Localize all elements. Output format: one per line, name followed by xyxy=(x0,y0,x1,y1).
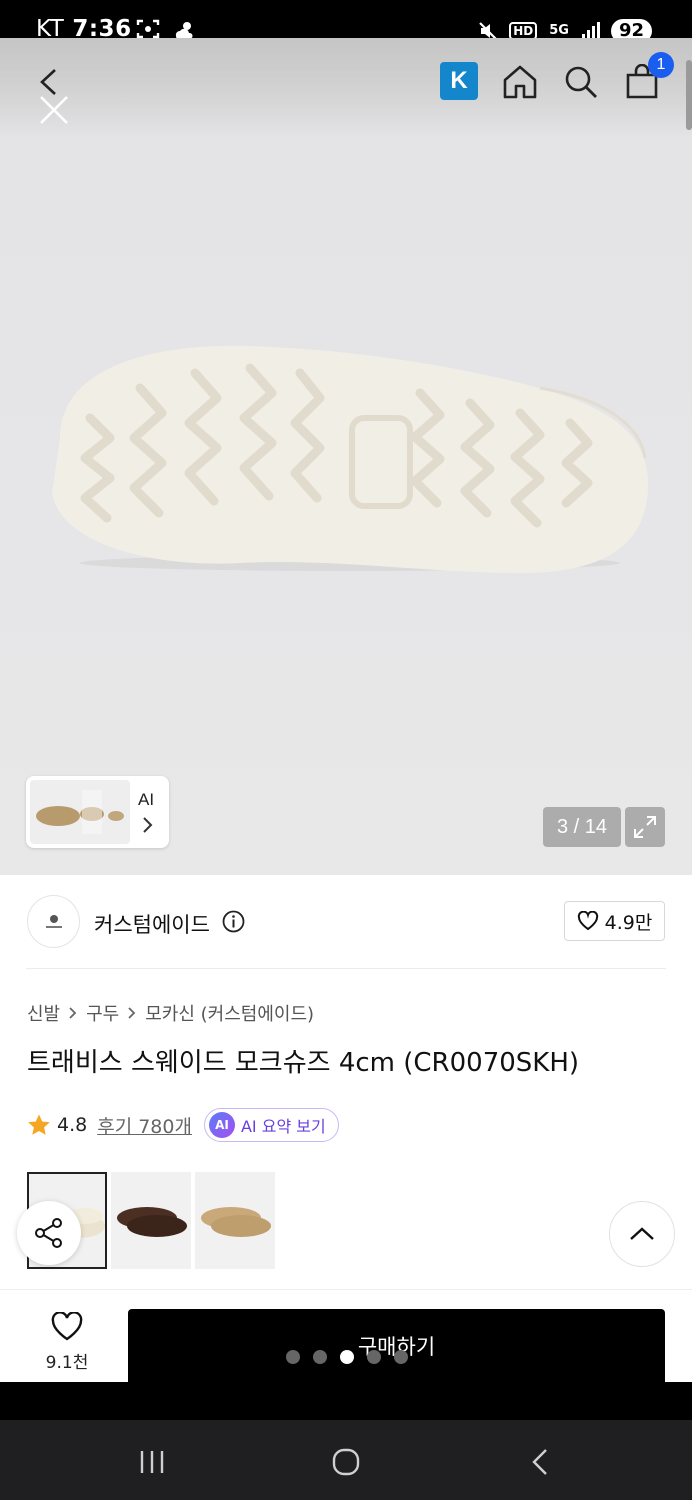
home-icon xyxy=(503,65,537,99)
ai-similar-products-card[interactable]: AI xyxy=(26,776,169,848)
brand-like-count: 4.9만 xyxy=(604,911,653,934)
status-bar: KT 7:36 HD 5G 92 xyxy=(0,0,692,43)
page-indicator xyxy=(286,1350,408,1364)
breadcrumb: 신발 구두 모카신 (커스텀에이드) xyxy=(27,1000,314,1026)
screenshot-icon xyxy=(136,19,160,39)
close-button[interactable] xyxy=(36,92,72,128)
scrollbar-thumb[interactable] xyxy=(686,60,692,130)
brand-name[interactable]: 커스텀에이드 xyxy=(94,909,210,939)
k-app-button[interactable]: K xyxy=(440,62,478,100)
home-button[interactable] xyxy=(500,62,540,102)
home-nav-button[interactable] xyxy=(316,1440,376,1484)
brand-logo[interactable] xyxy=(27,895,80,948)
product-title: 트래비스 스웨이드 모크슈즈 4cm (CR0070SKH) xyxy=(27,1048,580,1078)
recent-apps-icon xyxy=(140,1451,164,1473)
recent-apps-button[interactable] xyxy=(122,1440,182,1484)
search-button[interactable] xyxy=(561,62,601,102)
page-dot xyxy=(394,1350,408,1364)
back-nav-button[interactable] xyxy=(510,1440,570,1484)
chevron-up-icon xyxy=(630,1227,654,1240)
chevron-right-icon xyxy=(69,1007,77,1019)
ai-label: AI xyxy=(138,790,155,809)
scroll-to-top-button[interactable] xyxy=(609,1201,675,1267)
buy-button[interactable]: 구매하기 xyxy=(128,1309,665,1383)
heart-icon xyxy=(51,1311,83,1341)
expand-image-button[interactable] xyxy=(625,807,665,847)
chevron-left-icon xyxy=(532,1449,547,1475)
search-icon xyxy=(565,66,597,98)
cart-count-badge: 1 xyxy=(648,52,674,78)
image-counter: 3 / 14 xyxy=(543,807,621,847)
weather-icon xyxy=(175,22,193,39)
brand-logo-icon xyxy=(45,914,62,928)
rating-value: 4.8 xyxy=(57,1114,88,1136)
brand-row: 커스텀에이드 4.9만 xyxy=(0,875,692,970)
breadcrumb-item-moccasin[interactable]: 모카신 (커스텀에이드) xyxy=(145,1000,314,1026)
brand-like-button[interactable]: 4.9만 xyxy=(564,901,665,941)
cart-button[interactable]: 1 xyxy=(622,52,674,102)
network-label: 5G xyxy=(549,23,569,38)
variant-brown[interactable] xyxy=(111,1172,191,1269)
share-button[interactable] xyxy=(17,1201,81,1265)
product-photo-shoe-sole xyxy=(52,345,649,573)
chevron-right-icon xyxy=(128,1007,136,1019)
system-nav-bar xyxy=(0,1420,692,1500)
expand-icon xyxy=(634,816,656,838)
breadcrumb-item-dress-shoes[interactable]: 구두 xyxy=(86,1000,119,1026)
review-count-link[interactable]: 후기 780개 xyxy=(97,1112,192,1139)
breadcrumb-item-shoes[interactable]: 신발 xyxy=(27,1000,60,1026)
page-dot xyxy=(286,1350,300,1364)
wishlist-count: 9.1천 xyxy=(45,1353,89,1373)
variant-sand[interactable] xyxy=(195,1172,275,1269)
share-icon xyxy=(35,1218,62,1248)
bottom-action-bar: 9.1천 구매하기 xyxy=(0,1289,692,1383)
chevron-right-icon xyxy=(143,817,153,833)
divider xyxy=(26,968,666,969)
k-badge: K xyxy=(440,62,478,100)
rating-row: 4.8 후기 780개 AI AI 요약 보기 xyxy=(27,1108,339,1142)
heart-icon xyxy=(577,911,598,931)
ai-thumbnail xyxy=(30,780,130,844)
page-dot-active xyxy=(340,1350,354,1364)
home-circle-icon xyxy=(332,1448,360,1476)
ai-summary-button[interactable]: AI AI 요약 보기 xyxy=(203,1108,339,1142)
ai-summary-label: AI 요약 보기 xyxy=(240,1117,326,1136)
product-image-gallery[interactable]: K 1 AI 3 / 14 xyxy=(0,38,692,875)
info-icon[interactable] xyxy=(222,910,245,933)
star-icon xyxy=(28,1114,50,1135)
close-icon xyxy=(40,96,68,124)
page-dot xyxy=(313,1350,327,1364)
wishlist-button[interactable]: 9.1천 xyxy=(34,1311,100,1373)
page-dot xyxy=(367,1350,381,1364)
ai-badge-icon: AI xyxy=(208,1112,235,1138)
